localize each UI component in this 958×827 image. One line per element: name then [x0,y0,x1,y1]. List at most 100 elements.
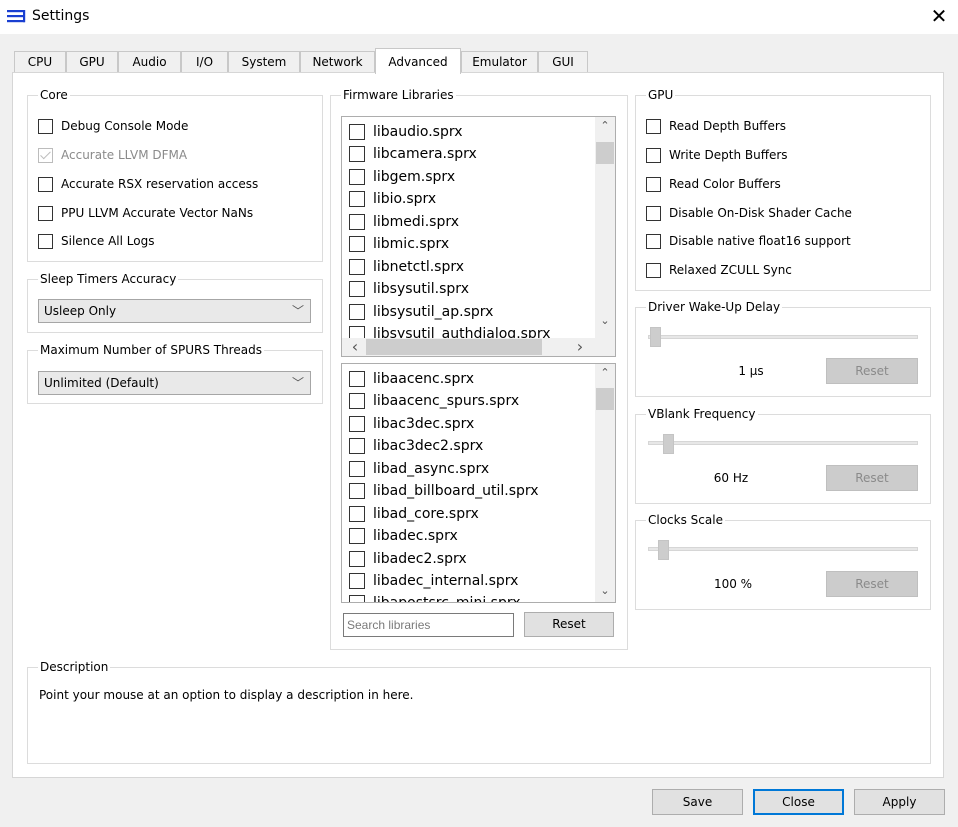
spurs-threads-combo[interactable]: Unlimited (Default) ﹀ [38,371,311,395]
driver-wakeup-slider-track[interactable] [648,335,918,339]
clocks-reset-button[interactable]: Reset [826,571,918,597]
list-item[interactable]: libio.sprx [349,189,436,209]
tab-io[interactable]: I/O [181,51,228,73]
list-item[interactable]: libaacenc.sprx [349,369,474,389]
checkbox[interactable] [349,595,365,602]
checkbox[interactable] [349,393,365,409]
relaxed-zcull-sync-option[interactable]: Relaxed ZCULL Sync [646,261,792,279]
checkbox[interactable] [349,573,365,589]
list-item[interactable]: libsysutil.sprx [349,279,469,299]
scroll-thumb[interactable] [366,339,542,355]
sleep-timers-combo[interactable]: Usleep Only ﹀ [38,299,311,323]
list-item[interactable]: libcamera.sprx [349,144,477,164]
list-item[interactable]: libadec_internal.sprx [349,571,518,591]
clocks-slider-track[interactable] [648,547,918,551]
save-button[interactable]: Save [652,789,743,815]
driver-wakeup-reset-button[interactable]: Reset [826,358,918,384]
debug-console-mode-option[interactable]: Debug Console Mode [38,117,188,135]
tab-cpu[interactable]: CPU [14,51,66,73]
disable-float16-option[interactable]: Disable native float16 support [646,232,851,250]
checkbox[interactable] [646,262,661,278]
vblank-reset-button[interactable]: Reset [826,465,918,491]
scroll-thumb[interactable] [596,388,614,410]
checkbox[interactable] [349,483,365,499]
list-item[interactable]: libad_core.sprx [349,504,479,524]
scroll-up-icon[interactable]: ⌃ [595,364,615,382]
list-item[interactable]: libaacenc_spurs.sprx [349,391,519,411]
firmware-reset-button[interactable]: Reset [524,612,614,637]
checkbox[interactable] [38,176,53,192]
close-button[interactable]: Close [753,789,844,815]
tab-gui[interactable]: GUI [538,51,588,73]
list-item[interactable]: libsysutil_ap.sprx [349,302,493,322]
checkbox[interactable] [349,461,365,477]
disable-shader-cache-option[interactable]: Disable On-Disk Shader Cache [646,204,852,222]
tab-gpu[interactable]: GPU [66,51,118,73]
vertical-scrollbar[interactable]: ⌃ ⌄ [595,117,615,338]
write-depth-buffers-option[interactable]: Write Depth Buffers [646,146,788,164]
checkbox[interactable] [646,176,661,192]
read-color-buffers-option[interactable]: Read Color Buffers [646,175,781,193]
checkbox[interactable] [349,191,365,207]
list-item[interactable]: libapostsrc_mini.sprx [349,593,521,602]
checkbox[interactable] [646,233,661,249]
scroll-down-icon[interactable]: ⌄ [595,582,615,600]
checkbox[interactable] [349,259,365,275]
scroll-up-icon[interactable]: ⌃ [595,117,615,135]
list-item[interactable]: libadec2.sprx [349,549,467,569]
checkbox[interactable] [38,118,53,134]
list-item[interactable]: libmedi.sprx [349,212,459,232]
scroll-down-icon[interactable]: ⌄ [595,312,615,330]
tab-network[interactable]: Network [300,51,375,73]
silence-all-logs-option[interactable]: Silence All Logs [38,232,154,250]
checkbox[interactable] [349,438,365,454]
checkbox[interactable] [646,118,661,134]
vblank-slider-handle[interactable] [662,434,674,454]
close-window-icon[interactable]: ✕ [924,4,954,30]
list-item[interactable]: libaudio.sprx [349,122,463,142]
checkbox[interactable] [349,214,365,230]
checkbox[interactable] [646,147,661,163]
list-item[interactable]: libad_async.sprx [349,459,489,479]
checkbox[interactable] [349,236,365,252]
search-libraries-input[interactable] [343,613,514,637]
read-depth-buffers-option[interactable]: Read Depth Buffers [646,117,786,135]
tab-system[interactable]: System [228,51,300,73]
list-item[interactable]: libadec.sprx [349,526,458,546]
checkbox[interactable] [349,124,365,140]
checkbox[interactable] [349,528,365,544]
tab-audio[interactable]: Audio [118,51,181,73]
list-item[interactable]: libac3dec2.sprx [349,436,483,456]
accurate-rsx-reservation-option[interactable]: Accurate RSX reservation access [38,175,258,193]
firmware-list-primary[interactable]: libaudio.sprx libcamera.sprx libgem.sprx… [341,116,616,357]
apply-button[interactable]: Apply [854,789,945,815]
checkbox[interactable] [349,304,365,320]
list-item[interactable]: libgem.sprx [349,167,455,187]
checkbox[interactable] [349,551,365,567]
checkbox[interactable] [349,371,365,387]
driver-wakeup-slider-handle[interactable] [650,327,661,347]
scroll-left-icon[interactable]: ‹ [345,338,365,356]
scroll-thumb[interactable] [596,142,614,164]
horizontal-scrollbar[interactable]: ‹ › [342,338,615,356]
checkbox[interactable] [349,506,365,522]
scroll-right-icon[interactable]: › [570,338,590,356]
firmware-list-secondary[interactable]: libaacenc.sprx libaacenc_spurs.sprx liba… [341,363,616,603]
ppu-llvm-vector-nans-option[interactable]: PPU LLVM Accurate Vector NaNs [38,204,253,222]
tab-advanced[interactable]: Advanced [375,48,461,74]
list-item[interactable]: libmic.sprx [349,234,449,254]
checkbox[interactable] [646,205,661,221]
checkbox[interactable] [38,233,53,249]
clocks-slider-handle[interactable] [657,540,669,560]
checkbox[interactable] [349,416,365,432]
checkbox[interactable] [349,146,365,162]
list-item[interactable]: libac3dec.sprx [349,414,474,434]
tab-emulator[interactable]: Emulator [461,51,538,73]
checkbox[interactable] [349,169,365,185]
checkbox[interactable] [38,205,53,221]
vertical-scrollbar[interactable]: ⌃ ⌄ [595,364,615,602]
vblank-slider-track[interactable] [648,441,918,445]
list-item[interactable]: libad_billboard_util.sprx [349,481,539,501]
list-item[interactable]: libnetctl.sprx [349,257,464,277]
checkbox[interactable] [349,281,365,297]
